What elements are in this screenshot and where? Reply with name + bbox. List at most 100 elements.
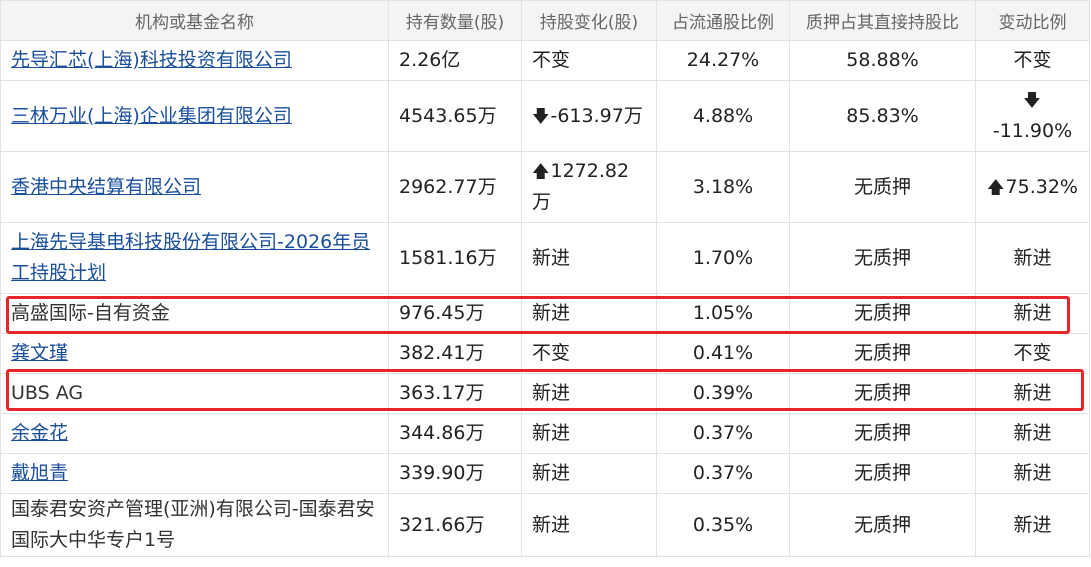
cell-float-ratio: 4.88% [656,80,790,152]
header-holder-name: 机构或基金名称 [0,0,389,41]
change-value: -613.97万 [550,104,643,127]
table-row: 先导汇芯(上海)科技投资有限公司 2.26亿 不变 24.27% 58.88% 不变 [0,40,1090,81]
holder-name-text: 国泰君安资产管理(亚洲)有限公司-国泰君安国际大中华专户1号 [11,498,375,551]
cell-pledge-ratio: 无质押 [789,293,976,334]
holder-name-link[interactable]: 余金花 [11,422,68,444]
cell-change-ratio: 🡇 -11.90% [975,80,1090,152]
cell-change-ratio: 不变 [975,333,1090,374]
cell-quantity: 363.17万 [388,373,522,414]
change-ratio-value: 新进 [1013,462,1052,484]
change-ratio-value: 新进 [1013,246,1052,269]
holder-name-text: UBS AG [11,382,84,404]
cell-change-ratio: 新进 [975,493,1090,557]
holder-name-link[interactable]: 香港中央结算有限公司 [11,176,201,198]
table-row: UBS AG 363.17万 新进 0.39% 无质押 新进 [0,373,1090,414]
cell-float-ratio: 1.70% [656,222,790,294]
change-value: 不变 [532,342,571,364]
holder-name-link[interactable]: 上海先导基电科技股份有限公司-2026年员工持股计划 [11,231,370,284]
table-row: 国泰君安资产管理(亚洲)有限公司-国泰君安国际大中华专户1号 321.66万 新进 0… [0,493,1090,557]
cell-change: 新进 [521,493,657,557]
header-pledge-ratio: 质押占其直接持股比 [789,0,976,41]
holder-name-text: 高盛国际-自有资金 [11,302,170,324]
cell-change: 新进 [521,413,657,454]
table-row: 三林万业(上海)企业集团有限公司 4543.65万 🡇-613.97万 4.88% 85… [0,80,1090,152]
cell-change-ratio: 新进 [975,293,1090,334]
change-value: 新进 [532,246,571,269]
table-row: 龚文瑾 382.41万 不变 0.41% 无质押 不变 [0,333,1090,374]
cell-holder-name: 三林万业(上海)企业集团有限公司 [0,80,389,152]
cell-pledge-ratio: 无质押 [789,493,976,557]
arrow-down-icon: 🡇 [532,106,550,127]
cell-quantity: 1581.16万 [388,222,522,294]
cell-quantity: 4543.65万 [388,80,522,152]
cell-quantity: 976.45万 [388,293,522,334]
change-value: 新进 [532,422,571,444]
cell-pledge-ratio: 无质押 [789,373,976,414]
table-header-row: 机构或基金名称 持有数量(股) 持股变化(股) 占流通股比例 质押占其直接持股比… [0,0,1090,41]
cell-holder-name: 余金花 [0,413,389,454]
cell-holder-name: 上海先导基电科技股份有限公司-2026年员工持股计划 [0,222,389,294]
cell-quantity: 2.26亿 [388,40,522,81]
cell-float-ratio: 0.35% [656,493,790,557]
cell-holder-name: 戴旭青 [0,453,389,494]
header-float-ratio: 占流通股比例 [656,0,790,41]
cell-pledge-ratio: 58.88% [789,40,976,81]
cell-pledge-ratio: 无质押 [789,413,976,454]
table-row: 香港中央结算有限公司 2962.77万 🡅1272.82万 3.18% 无质押 🡅75.3… [0,151,1090,223]
change-ratio-value: 新进 [1013,422,1052,444]
cell-float-ratio: 3.18% [656,151,790,223]
cell-change: 新进 [521,222,657,294]
cell-change: 新进 [521,373,657,414]
holder-name-link[interactable]: 龚文瑾 [11,342,68,364]
cell-holder-name: 高盛国际-自有资金 [0,293,389,334]
change-value: 不变 [532,49,571,71]
cell-float-ratio: 0.41% [656,333,790,374]
cell-change-ratio: 新进 [975,222,1090,294]
change-ratio-value: 不变 [1013,342,1052,364]
cell-holder-name: 国泰君安资产管理(亚洲)有限公司-国泰君安国际大中华专户1号 [0,493,389,557]
cell-change: 不变 [521,40,657,81]
cell-pledge-ratio: 无质押 [789,333,976,374]
cell-holder-name: 龚文瑾 [0,333,389,374]
cell-quantity: 339.90万 [388,453,522,494]
cell-pledge-ratio: 无质押 [789,453,976,494]
header-quantity: 持有数量(股) [388,0,522,41]
change-ratio-value: 不变 [1013,49,1052,71]
cell-change: 🡅1272.82万 [521,151,657,223]
cell-change-ratio: 新进 [975,453,1090,494]
table-row: 上海先导基电科技股份有限公司-2026年员工持股计划 1581.16万 新进 1.70… [0,222,1090,294]
change-ratio-value: 新进 [1013,302,1052,324]
holder-name-link[interactable]: 先导汇芯(上海)科技投资有限公司 [11,49,292,71]
shareholders-table: 机构或基金名称 持有数量(股) 持股变化(股) 占流通股比例 质押占其直接持股比… [0,0,1090,557]
arrow-up-icon: 🡅 [532,162,550,182]
cell-float-ratio: 0.39% [656,373,790,414]
change-ratio-value: 75.32% [1005,175,1078,198]
cell-holder-name: UBS AG [0,373,389,414]
change-ratio-value: -11.90% [992,120,1073,142]
change-ratio-value: 新进 [1013,382,1052,404]
table-row: 戴旭青 339.90万 新进 0.37% 无质押 新进 [0,453,1090,494]
table-body: 先导汇芯(上海)科技投资有限公司 2.26亿 不变 24.27% 58.88% 不变 三林万… [0,40,1090,557]
holder-name-link[interactable]: 三林万业(上海)企业集团有限公司 [11,105,292,127]
arrow-up-icon: 🡅 [987,177,1005,198]
change-value: 新进 [532,302,571,324]
cell-pledge-ratio: 无质押 [789,151,976,223]
cell-quantity: 2962.77万 [388,151,522,223]
holder-name-link[interactable]: 戴旭青 [11,462,68,484]
cell-holder-name: 香港中央结算有限公司 [0,151,389,223]
cell-change-ratio: 新进 [975,413,1090,454]
change-value: 新进 [532,382,571,404]
cell-quantity: 344.86万 [388,413,522,454]
cell-float-ratio: 0.37% [656,453,790,494]
cell-pledge-ratio: 85.83% [789,80,976,152]
cell-change-ratio: 不变 [975,40,1090,81]
cell-change: 不变 [521,333,657,374]
cell-quantity: 321.66万 [388,493,522,557]
change-value: 新进 [532,513,571,536]
change-value: 新进 [532,462,571,484]
arrow-down-icon: 🡇 [1023,91,1041,111]
cell-change: 新进 [521,453,657,494]
cell-holder-name: 先导汇芯(上海)科技投资有限公司 [0,40,389,81]
change-ratio-value: 新进 [1013,513,1052,536]
header-change-ratio: 变动比例 [975,0,1090,41]
